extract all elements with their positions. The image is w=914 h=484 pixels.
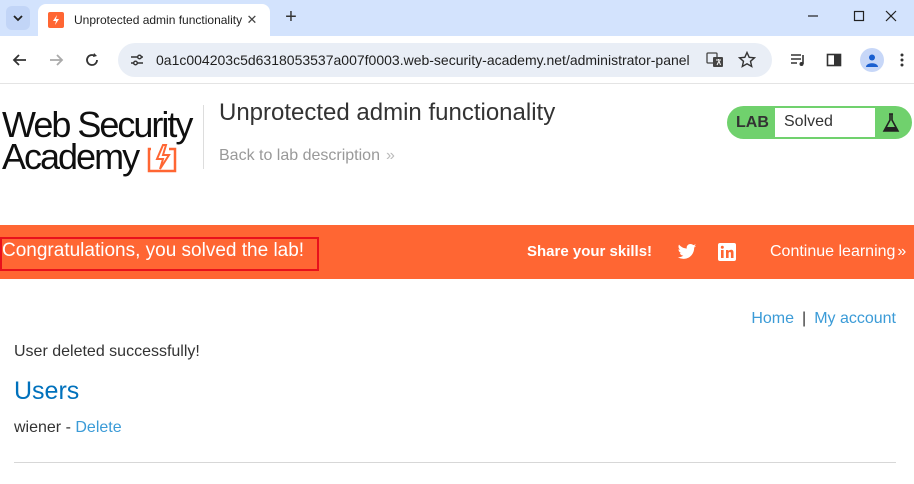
users-heading: Users xyxy=(14,377,80,405)
back-link-label: Back to lab description xyxy=(219,147,380,164)
back-to-lab-description-link[interactable]: Back to lab description » xyxy=(219,147,395,165)
forward-arrow-icon[interactable] xyxy=(44,48,68,72)
translate-icon[interactable] xyxy=(706,51,724,69)
solved-banner: Congratulations, you solved the lab! Sha… xyxy=(0,225,914,279)
section-divider xyxy=(14,462,896,463)
user-row-separator: - xyxy=(61,419,76,436)
more-menu-icon[interactable] xyxy=(894,48,910,72)
site-info-icon[interactable] xyxy=(128,51,146,69)
flask-icon xyxy=(879,111,903,135)
media-playlist-icon[interactable] xyxy=(786,48,810,72)
logo-text-line2: Academy xyxy=(2,136,140,177)
lab-status-text: Solved xyxy=(775,108,875,137)
side-panel-icon[interactable] xyxy=(822,48,846,72)
new-tab-button[interactable]: + xyxy=(280,6,302,28)
reload-icon[interactable] xyxy=(80,48,104,72)
web-security-academy-logo[interactable]: Web Security Academy xyxy=(2,107,202,177)
minimize-icon[interactable] xyxy=(790,0,836,32)
logo-bolt-icon xyxy=(147,144,177,173)
double-chevron-right-icon: » xyxy=(897,243,907,260)
share-skills-label: Share your skills! xyxy=(527,243,653,260)
lab-status-widget: LAB Solved xyxy=(727,106,912,139)
url-text: 0a1c004203c5d6318053537a007f0003.web-sec… xyxy=(156,52,690,68)
top-nav-links: Home | My account xyxy=(751,310,896,328)
browser-tab-bar: Unprotected admin functionality ✕ + xyxy=(0,0,914,36)
page-content: Web Security Academy Unprotected admin f… xyxy=(0,85,914,484)
browser-toolbar: 0a1c004203c5d6318053537a007f0003.web-sec… xyxy=(0,36,914,84)
lab-tag: LAB xyxy=(736,114,769,131)
continue-learning-label: Continue learning xyxy=(770,243,896,260)
user-row: wiener - Delete xyxy=(14,419,122,437)
back-arrow-icon[interactable] xyxy=(8,48,32,72)
close-tab-icon[interactable]: ✕ xyxy=(244,12,260,28)
status-message: User deleted successfully! xyxy=(14,343,200,360)
username: wiener xyxy=(14,419,62,436)
chevron-down-icon xyxy=(13,15,23,22)
nav-separator: | xyxy=(802,310,807,327)
favicon-icon xyxy=(48,12,64,28)
twitter-icon[interactable] xyxy=(677,242,697,262)
linkedin-icon[interactable] xyxy=(717,242,737,262)
close-window-icon[interactable] xyxy=(868,0,914,32)
double-chevron-right-icon: » xyxy=(385,147,395,164)
tab-title: Unprotected admin functionality xyxy=(74,13,243,27)
address-bar[interactable]: 0a1c004203c5d6318053537a007f0003.web-sec… xyxy=(118,43,772,77)
header-divider xyxy=(203,105,204,169)
delete-user-link[interactable]: Delete xyxy=(75,419,121,436)
tab-list-button[interactable] xyxy=(6,6,30,30)
my-account-link[interactable]: My account xyxy=(814,310,896,327)
congratulations-message: Congratulations, you solved the lab! xyxy=(2,240,305,261)
profile-avatar-icon[interactable] xyxy=(860,48,884,72)
lab-title: Unprotected admin functionality xyxy=(219,99,556,126)
home-link[interactable]: Home xyxy=(751,310,794,327)
continue-learning-link[interactable]: Continue learning» xyxy=(770,243,906,261)
browser-tab[interactable]: Unprotected admin functionality ✕ xyxy=(38,4,270,36)
bookmark-star-icon[interactable] xyxy=(738,51,756,69)
